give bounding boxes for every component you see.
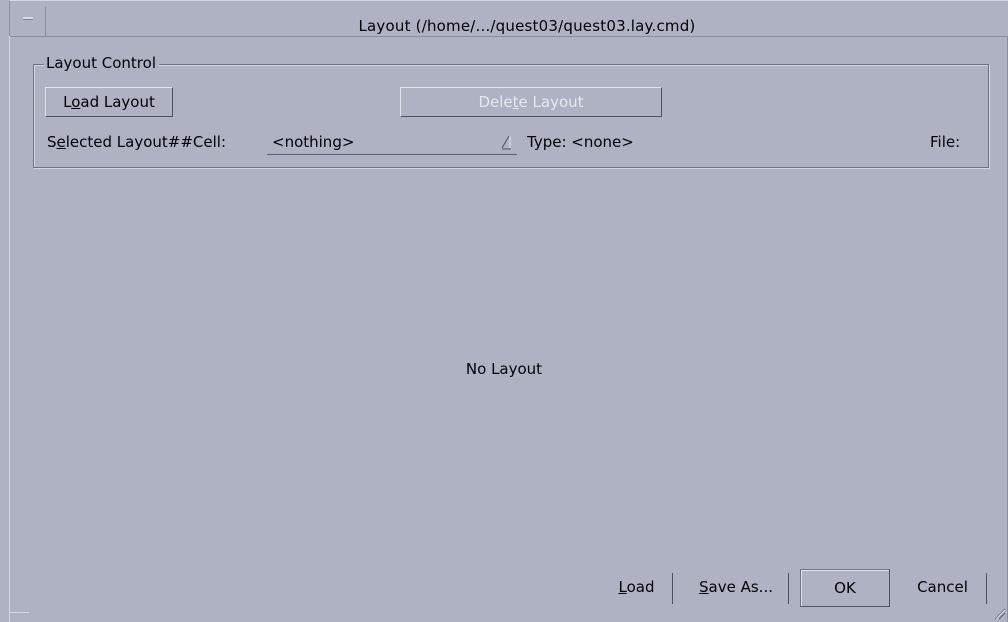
load-button[interactable]: Load <box>601 573 673 604</box>
delete-layout-label-post: e Layout <box>518 93 584 111</box>
window-menu-icon <box>23 17 33 20</box>
window-bottom-border <box>9 612 29 613</box>
layout-control-label: Layout Control <box>44 54 159 72</box>
selected-label-pre: S <box>47 133 57 151</box>
ok-button[interactable]: OK <box>800 569 890 607</box>
selected-layout-value: <nothing> <box>272 133 355 151</box>
load-layout-label-pre: L <box>63 93 72 111</box>
window-left-border <box>9 36 10 622</box>
load-layout-mnemonic: o <box>71 93 81 111</box>
layout-dialog: Layout (/home/.../quest03/quest03.lay.cm… <box>0 0 1008 622</box>
selected-layout-combo[interactable]: <nothing> <box>267 131 517 155</box>
selected-layout-label: Selected Layout##Cell: <box>47 133 226 151</box>
save-as-button[interactable]: Save As... <box>684 573 789 604</box>
load-layout-label-post: ad Layout <box>80 93 155 111</box>
selected-label-post: lected Layout##Cell: <box>65 133 227 151</box>
combo-arrow-icon[interactable] <box>499 133 513 151</box>
title-bar[interactable]: Layout (/home/.../quest03/quest03.lay.cm… <box>9 0 1008 36</box>
load-button-mnemonic: L <box>618 578 627 596</box>
load-layout-button[interactable]: Load Layout <box>45 87 173 117</box>
save-as-mnemonic: S <box>699 578 709 596</box>
selected-label-mnemonic: e <box>56 133 66 151</box>
layout-type-label: Type: <none> <box>527 133 634 151</box>
layout-file-label: File: <box>930 133 961 151</box>
no-layout-message: No Layout <box>465 360 543 378</box>
delete-layout-label-pre: Dele <box>478 93 513 111</box>
cancel-button[interactable]: Cancel <box>899 573 987 604</box>
load-button-label: oad <box>626 578 655 596</box>
window-title: Layout (/home/.../quest03/quest03.lay.cm… <box>358 17 696 35</box>
delete-layout-button[interactable]: Delete Layout <box>400 87 662 117</box>
window-menu-button[interactable] <box>10 7 46 36</box>
resize-grip-icon[interactable] <box>992 606 1006 620</box>
title-divider <box>9 36 1008 37</box>
save-as-label: ave As... <box>708 578 773 596</box>
